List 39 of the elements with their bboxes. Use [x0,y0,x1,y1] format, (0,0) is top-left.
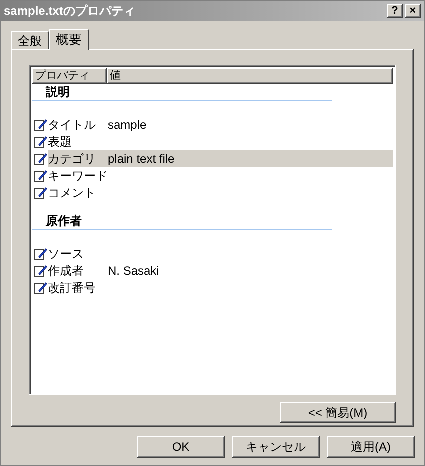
cancel-button[interactable]: キャンセル [232,436,320,458]
edit-icon [34,134,48,148]
property-value: N. Sasaki [108,262,160,280]
property-name: 作成者 [48,262,85,280]
column-header[interactable]: プロパティ [32,68,107,84]
edit-icon [34,246,48,260]
property-name: キーワード [48,168,108,184]
edit-icon [34,168,48,182]
property-name: カテゴリ [48,150,97,168]
tab[interactable]: 概要 [49,29,89,50]
property-value: sample [108,116,147,134]
close-button[interactable]: × [405,4,421,18]
property-row[interactable]: ソース [32,245,393,262]
edit-icon [34,118,48,132]
property-name: 改訂番号 [48,280,97,296]
edit-icon [34,186,48,200]
property-row[interactable]: 改訂番号 [32,279,393,296]
column-header[interactable]: 値 [107,68,393,84]
property-row[interactable]: 作成者 N. Sasaki [32,262,393,279]
edit-icon [34,280,48,294]
apply-button[interactable]: 適用(A) [327,436,415,458]
property-row[interactable]: コメント [32,184,393,201]
property-row[interactable]: 表題 [32,133,393,150]
group-header: 原作者 [32,213,332,230]
tab[interactable]: 全般 [11,31,49,49]
simple-view-button[interactable]: << 簡易(M) [280,402,396,423]
property-name: コメント [48,184,97,202]
property-row[interactable]: タイトル sample [32,116,393,133]
group-header: 説明 [32,84,332,101]
window-title: sample.txtのプロパティ [4,3,136,20]
ok-button[interactable]: OK [137,436,225,458]
property-name: 表題 [48,134,73,150]
property-value: plain text file [108,150,175,168]
property-row[interactable]: キーワード [32,167,393,184]
property-name: ソース [48,246,85,262]
edit-icon [34,152,48,166]
edit-icon [34,264,48,278]
property-name: タイトル [48,116,97,134]
help-button[interactable]: ? [387,4,403,18]
